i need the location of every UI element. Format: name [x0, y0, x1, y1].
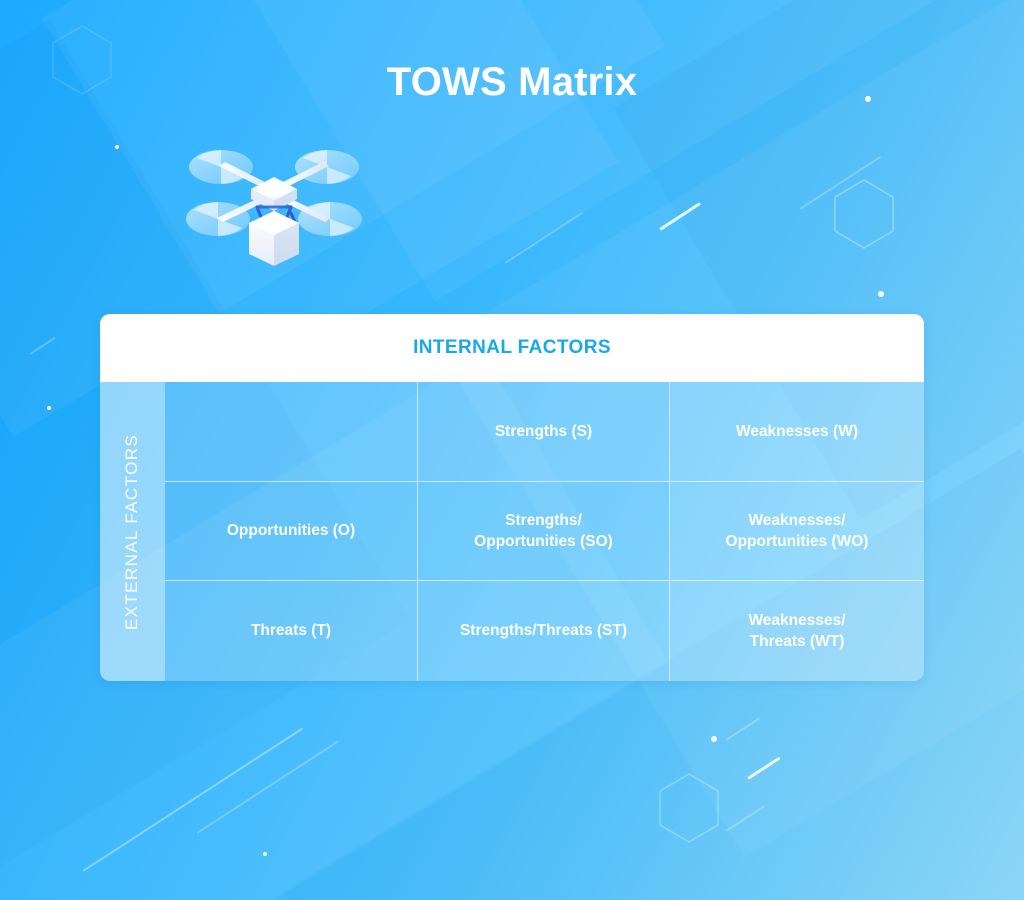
- bg-stripe-1: [659, 202, 702, 231]
- cell-opportunities-header[interactable]: Opportunities (O): [165, 482, 418, 581]
- bg-stripe-6: [725, 805, 765, 832]
- cell-strengths-threats-st[interactable]: Strengths/Threats (ST): [418, 581, 670, 681]
- tows-matrix-infographic: TOWS Matrix INTERNAL FACTORS EXTERNAL FA…: [0, 0, 1024, 900]
- cell-wo-line1: Weaknesses/: [748, 511, 846, 529]
- matrix-cells: Strengths (S) Weaknesses (W) Opportuniti…: [165, 382, 924, 681]
- matrix-grid-area: EXTERNAL FACTORS Strengths (S) Weaknesse…: [100, 382, 924, 681]
- cell-so-line1: Strengths/: [505, 511, 582, 529]
- external-factors-label: EXTERNAL FACTORS: [122, 433, 142, 630]
- page-title: TOWS Matrix: [386, 60, 638, 104]
- tows-matrix-table: INTERNAL FACTORS EXTERNAL FACTORS Streng…: [100, 314, 924, 681]
- bg-dot-5: [711, 736, 717, 742]
- cell-wt-line1: Weaknesses/: [748, 611, 846, 629]
- cell-strengths-opportunities-so[interactable]: Strengths/ Opportunities (SO): [418, 482, 670, 581]
- cell-weaknesses-opportunities-wo[interactable]: Weaknesses/ Opportunities (WO): [670, 482, 924, 581]
- cell-weaknesses-header-text: Weaknesses (W): [735, 422, 859, 440]
- bg-hexagon-top-right: [832, 178, 896, 250]
- internal-factors-header: INTERNAL FACTORS: [100, 314, 924, 382]
- cell-corner-empty: [165, 382, 418, 482]
- cell-wt-line2: Threats (WT): [749, 633, 845, 650]
- bg-dot-4: [47, 406, 51, 410]
- cell-opportunities-header-text: Opportunities (O): [226, 522, 356, 540]
- drone-package-box: [249, 211, 299, 266]
- cell-weaknesses-header[interactable]: Weaknesses (W): [670, 382, 924, 482]
- cell-st-text: Strengths/Threats (ST): [459, 622, 628, 640]
- cell-strengths-header-text: Strengths (S): [494, 422, 593, 440]
- bg-stripe-8: [196, 740, 339, 834]
- bg-stripe-5: [725, 717, 760, 741]
- bg-dot-6: [263, 852, 267, 856]
- bg-dot-3: [115, 145, 119, 149]
- internal-factors-label: INTERNAL FACTORS: [413, 337, 611, 358]
- bg-stripe-7: [82, 727, 304, 872]
- cell-wo-line2: Opportunities (WO): [725, 533, 869, 550]
- cell-so-line2: Opportunities (SO): [474, 533, 613, 550]
- delivery-drone-illustration: [185, 133, 375, 283]
- bg-stripe-3: [29, 336, 56, 355]
- bg-stripe-9: [799, 155, 881, 210]
- cell-threats-header-text: Threats (T): [250, 622, 332, 640]
- bg-dot-2: [878, 291, 884, 297]
- bg-hexagon-bottom-right: [657, 772, 721, 844]
- cell-threats-header[interactable]: Threats (T): [165, 581, 418, 681]
- bg-stripe-2: [504, 212, 583, 264]
- cell-weaknesses-threats-wt[interactable]: Weaknesses/ Threats (WT): [670, 581, 924, 681]
- cell-strengths-header[interactable]: Strengths (S): [418, 382, 670, 482]
- bg-stripe-4: [747, 756, 781, 780]
- external-factors-header: EXTERNAL FACTORS: [100, 382, 165, 681]
